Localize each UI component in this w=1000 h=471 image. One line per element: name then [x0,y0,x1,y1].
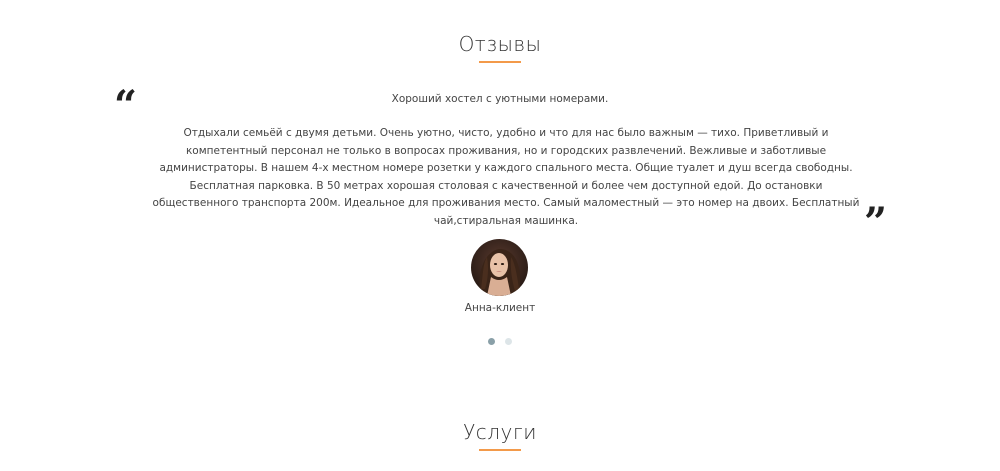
services-title: Услуги [463,420,537,444]
carousel-pagination [0,338,1000,345]
review-author: Анна-клиент [464,302,536,314]
carousel-dot-2[interactable] [505,338,512,345]
avatar [471,239,528,296]
close-quote-icon: ” [864,199,888,246]
page: Отзывы “ Хороший хостел с уютными номера… [0,0,1000,471]
reviews-title-underline [479,61,521,63]
open-quote-icon: “ [114,82,138,129]
review-body: Отдыхали семьёй с двумя детьми. Очень ую… [152,127,860,227]
carousel-dot-1[interactable] [488,338,495,345]
services-title-underline [479,449,521,451]
reviews-title: Отзывы [458,32,542,56]
review-headline: Хороший хостел с уютными номерами. [391,93,609,105]
